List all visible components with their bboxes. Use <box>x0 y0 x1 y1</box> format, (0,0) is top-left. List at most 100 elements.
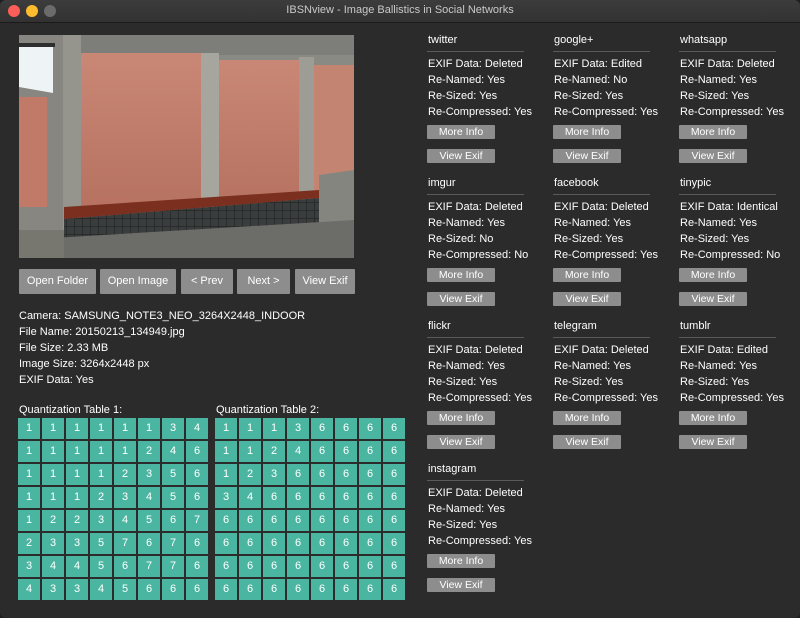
view-exif-button[interactable]: View Exif <box>295 269 355 294</box>
quant-cell: 1 <box>215 418 237 439</box>
renamed-status: Re-Named: Yes <box>428 74 506 86</box>
quant-cell: 6 <box>311 487 333 508</box>
quant-cell: 4 <box>90 579 112 600</box>
network-divider <box>553 194 650 195</box>
open-image-button[interactable]: Open Image <box>100 269 176 294</box>
more-info-button[interactable]: More Info <box>679 125 747 139</box>
quant-cell: 2 <box>18 533 40 554</box>
view-exif-button[interactable]: View Exif <box>553 435 621 449</box>
more-info-button[interactable]: More Info <box>679 411 747 425</box>
more-info-button[interactable]: More Info <box>553 411 621 425</box>
renamed-status: Re-Named: Yes <box>554 217 632 229</box>
renamed-status: Re-Named: Yes <box>428 360 506 372</box>
more-info-button[interactable]: More Info <box>553 268 621 282</box>
quant-cell: 6 <box>186 579 208 600</box>
view-exif-button[interactable]: View Exif <box>427 292 495 306</box>
quant-cell: 6 <box>359 556 381 577</box>
renamed-status: Re-Named: Yes <box>554 360 632 372</box>
recompressed-status: Re-Compressed: Yes <box>554 392 658 404</box>
more-info-button[interactable]: More Info <box>679 268 747 282</box>
quant-cell: 6 <box>383 533 405 554</box>
quant-cell: 6 <box>263 556 285 577</box>
quant-cell: 6 <box>287 579 309 600</box>
quant-cell: 1 <box>66 418 88 439</box>
more-info-button[interactable]: More Info <box>427 411 495 425</box>
quant-cell: 6 <box>359 533 381 554</box>
quant-cell: 3 <box>66 579 88 600</box>
quant-cell: 1 <box>90 418 112 439</box>
quant-cell: 6 <box>335 487 357 508</box>
network-divider <box>427 337 524 338</box>
view-exif-button[interactable]: View Exif <box>427 149 495 163</box>
resized-status: Re-Sized: No <box>428 233 494 245</box>
quant-table-2: 1113666611246666123666663466666666666666… <box>215 418 405 600</box>
network-divider <box>427 51 524 52</box>
network-name: telegram <box>554 320 597 332</box>
quant-cell: 3 <box>114 487 136 508</box>
quant-cell: 3 <box>66 533 88 554</box>
quant-cell: 2 <box>114 464 136 485</box>
view-exif-button[interactable]: View Exif <box>679 292 747 306</box>
quant-cell: 6 <box>335 510 357 531</box>
quant-cell: 2 <box>66 510 88 531</box>
room-photo <box>19 35 354 258</box>
quant-cell: 1 <box>239 418 261 439</box>
recompressed-status: Re-Compressed: No <box>428 249 529 261</box>
quant-cell: 4 <box>114 510 136 531</box>
more-info-button[interactable]: More Info <box>427 554 495 568</box>
quant-cell: 5 <box>162 487 184 508</box>
quant-cell: 3 <box>42 579 64 600</box>
quant-cell: 3 <box>263 464 285 485</box>
quant-cell: 5 <box>90 556 112 577</box>
quant-cell: 6 <box>186 464 208 485</box>
image-preview <box>19 35 354 258</box>
more-info-button[interactable]: More Info <box>427 125 495 139</box>
quant-cell: 6 <box>359 441 381 462</box>
quant-cell: 1 <box>18 418 40 439</box>
quant-cell: 7 <box>186 510 208 531</box>
quant-cell: 3 <box>287 418 309 439</box>
resized-status: Re-Sized: Yes <box>428 90 498 102</box>
quant-cell: 6 <box>239 510 261 531</box>
quant-cell: 2 <box>90 487 112 508</box>
quant-cell: 6 <box>383 441 405 462</box>
quant-cell: 6 <box>383 579 405 600</box>
more-info-button[interactable]: More Info <box>553 125 621 139</box>
view-exif-button[interactable]: View Exif <box>427 578 495 592</box>
network-name: instagram <box>428 463 477 475</box>
quant-cell: 6 <box>335 533 357 554</box>
image-size-info: Image Size: 3264x2448 px <box>19 358 150 370</box>
view-exif-button[interactable]: View Exif <box>553 292 621 306</box>
resized-status: Re-Sized: Yes <box>680 90 750 102</box>
view-exif-button[interactable]: View Exif <box>427 435 495 449</box>
quant-cell: 1 <box>239 441 261 462</box>
view-exif-button[interactable]: View Exif <box>679 435 747 449</box>
quant-cell: 1 <box>90 441 112 462</box>
title-bar: IBSNview - Image Ballistics in Social Ne… <box>0 0 800 23</box>
resized-status: Re-Sized: Yes <box>554 90 624 102</box>
network-divider <box>553 337 650 338</box>
quant-cell: 6 <box>311 464 333 485</box>
view-exif-button[interactable]: View Exif <box>553 149 621 163</box>
open-folder-button[interactable]: Open Folder <box>19 269 96 294</box>
quant-cell: 2 <box>263 441 285 462</box>
prev-button[interactable]: < Prev <box>181 269 233 294</box>
quant-cell: 6 <box>359 579 381 600</box>
network-name: whatsapp <box>680 34 728 46</box>
more-info-button[interactable]: More Info <box>427 268 495 282</box>
quant-cell: 6 <box>239 556 261 577</box>
next-button[interactable]: Next > <box>237 269 290 294</box>
file-name-info: File Name: 20150213_134949.jpg <box>19 326 185 338</box>
quant-cell: 6 <box>287 533 309 554</box>
network-divider <box>553 51 650 52</box>
view-exif-button[interactable]: View Exif <box>679 149 747 163</box>
quant-cell: 6 <box>215 510 237 531</box>
file-size-info: File Size: 2.33 MB <box>19 342 109 354</box>
quant-table-1: 1111113411111246111123561112345612234567… <box>18 418 208 600</box>
quant-cell: 6 <box>311 556 333 577</box>
quant-table-1-label: Quantization Table 1: <box>19 404 123 416</box>
quant-cell: 2 <box>239 464 261 485</box>
resized-status: Re-Sized: Yes <box>428 376 498 388</box>
quant-cell: 6 <box>359 510 381 531</box>
exif-status: EXIF Data: Deleted <box>428 344 523 356</box>
